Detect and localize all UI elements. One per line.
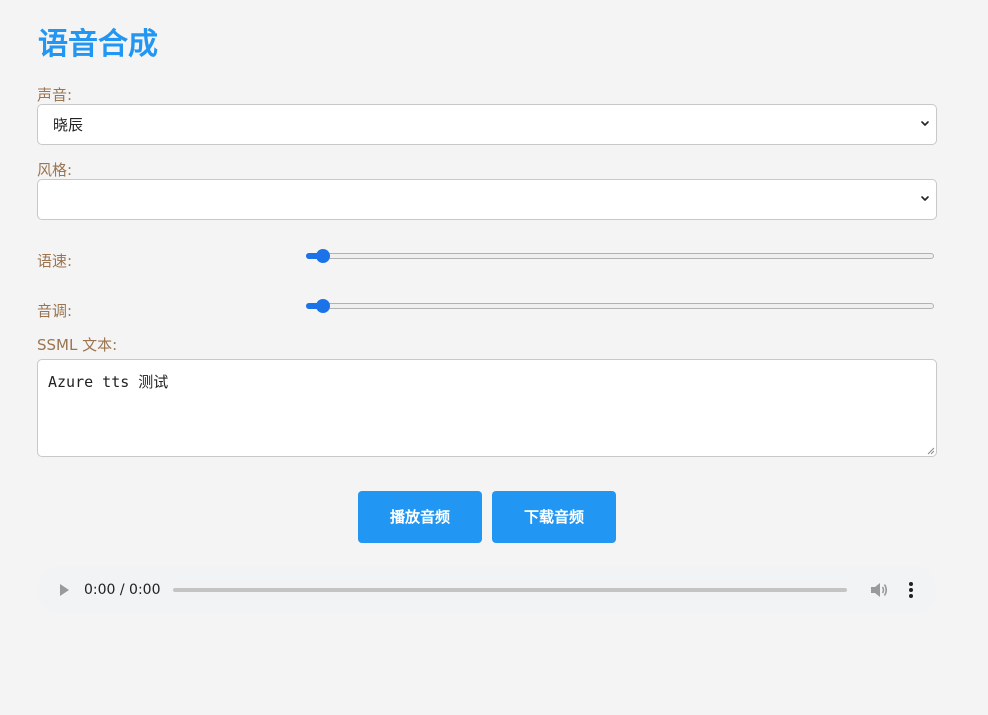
pitch-slider[interactable] bbox=[306, 299, 934, 315]
rate-slider-track bbox=[306, 253, 934, 259]
ssml-textarea[interactable]: Azure tts 测试 bbox=[37, 359, 937, 457]
rate-slider[interactable] bbox=[306, 249, 934, 265]
chevron-down-icon bbox=[921, 121, 929, 126]
more-vertical-icon[interactable] bbox=[905, 581, 917, 599]
volume-icon[interactable] bbox=[870, 582, 888, 598]
voice-label: 声音: bbox=[37, 86, 73, 104]
audio-time: 0:00 / 0:00 bbox=[84, 582, 161, 598]
voice-select[interactable]: 晓辰 bbox=[37, 104, 937, 145]
tts-page: 语音合成 声音: 晓辰 风格: 语速: 音调: SSML 文本: Azure t… bbox=[0, 0, 988, 715]
resize-grip-icon[interactable] bbox=[927, 447, 935, 455]
rate-slider-thumb[interactable] bbox=[316, 249, 330, 263]
ssml-label: SSML 文本: bbox=[37, 336, 118, 354]
play-icon[interactable] bbox=[57, 583, 71, 597]
page-title: 语音合成 bbox=[38, 27, 158, 62]
style-label: 风格: bbox=[37, 161, 73, 179]
rate-label: 语速: bbox=[37, 252, 73, 270]
pitch-slider-thumb[interactable] bbox=[316, 299, 330, 313]
audio-player: 0:00 / 0:00 bbox=[37, 566, 937, 614]
audio-progress-bar[interactable] bbox=[173, 588, 847, 592]
pitch-label: 音调: bbox=[37, 302, 73, 320]
play-audio-button[interactable]: 播放音频 bbox=[358, 491, 482, 543]
voice-select-value: 晓辰 bbox=[53, 116, 84, 134]
download-audio-button[interactable]: 下载音频 bbox=[492, 491, 616, 543]
pitch-slider-track bbox=[306, 303, 934, 309]
chevron-down-icon bbox=[921, 196, 929, 201]
ssml-text: Azure tts 测试 bbox=[48, 373, 169, 391]
style-select[interactable] bbox=[37, 179, 937, 220]
